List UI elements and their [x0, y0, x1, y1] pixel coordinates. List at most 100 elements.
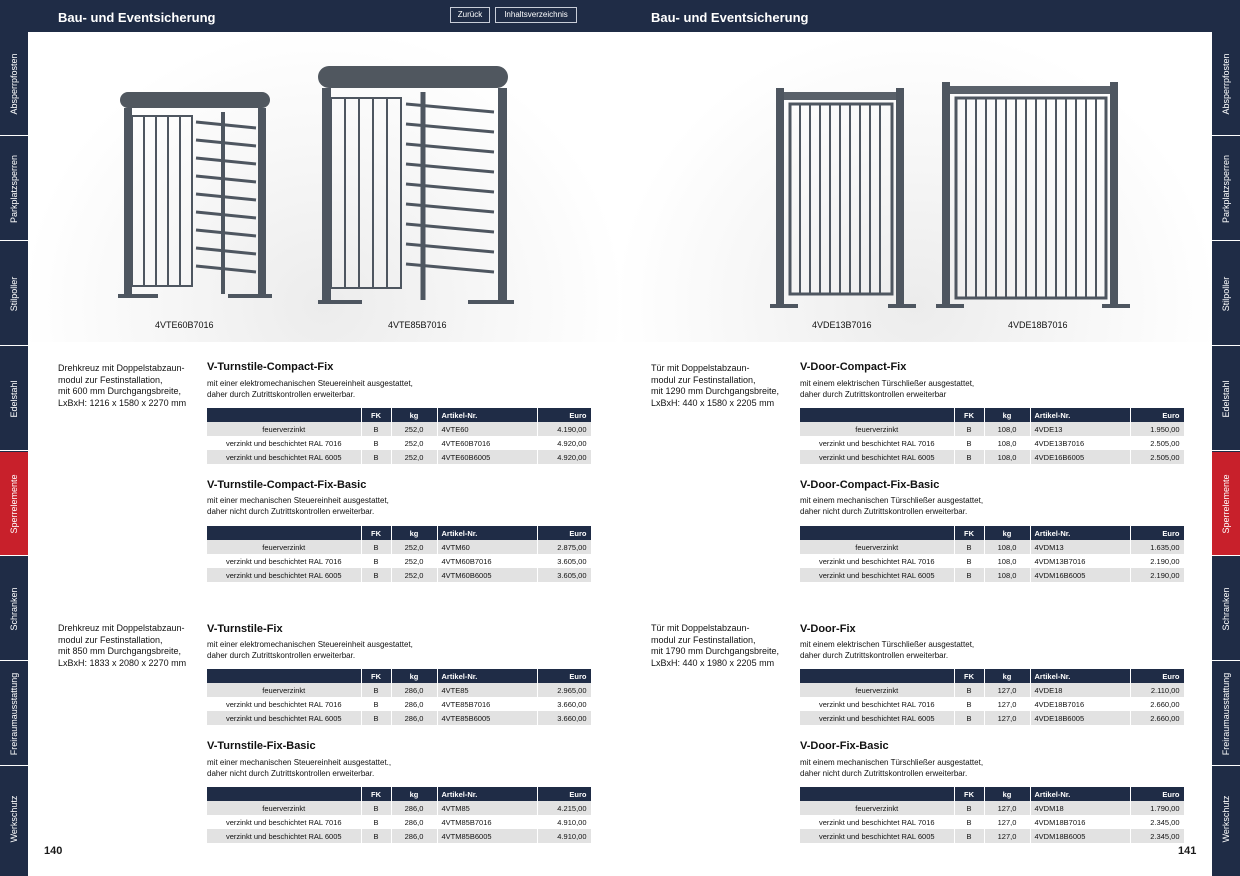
table-cell: 2.190,00	[1130, 568, 1185, 582]
product-description: Drehkreuz mit Doppelstabzaun-modul zur F…	[58, 623, 187, 668]
table-cell: 127,0	[984, 697, 1031, 711]
column-header: FK	[361, 408, 392, 422]
table-cell: feuerverzinkt	[800, 683, 955, 697]
tab-schranken[interactable]: Schranken	[1212, 557, 1240, 661]
tab-absperrpfosten[interactable]: Absperrpfosten	[1212, 32, 1240, 136]
tab-freiraumausstattung[interactable]: Freiraumausstattung	[0, 662, 28, 766]
table-cell: verzinkt und beschichtet RAL 7016	[207, 436, 362, 450]
tab-parkplatzsperren[interactable]: Parkplatzsperren	[1212, 137, 1240, 241]
table-cell: 4VTE85B6005	[437, 711, 538, 725]
table-cell: verzinkt und beschichtet RAL 6005	[800, 450, 955, 464]
table-cell: 252,0	[391, 554, 438, 568]
tab-absperrpfosten[interactable]: Absperrpfosten	[0, 32, 28, 136]
subtitle-line: mit einer mechanischen Steuereinheit aus…	[207, 758, 392, 767]
table-row: verzinkt und beschichtet RAL 7016 B 252,0 4…	[207, 436, 592, 450]
table-cell: B	[361, 554, 392, 568]
table-row: verzinkt und beschichtet RAL 7016 B 286,0 4…	[207, 697, 592, 711]
table-cell: B	[954, 436, 985, 450]
tab-werkschutz[interactable]: Werkschutz	[1212, 767, 1240, 871]
back-button[interactable]: Zurück	[450, 7, 490, 23]
table-cell: 286,0	[391, 697, 438, 711]
table-cell: 4VDM16B6005	[1030, 568, 1131, 582]
table-cell: 286,0	[391, 829, 438, 843]
product-caption: 4VTE60B7016	[155, 320, 214, 330]
table-cell: 252,0	[391, 436, 438, 450]
tab-sperrelemente[interactable]: Sperrelemente	[1212, 452, 1240, 556]
subtitle-line: daher nicht durch Zutrittskontrollen erw…	[207, 506, 375, 516]
page-title-right: Bau- und Eventsicherung	[651, 10, 809, 25]
table-cell: B	[954, 711, 985, 725]
sidebar-right: Absperrpfosten Parkplatzsperren Stilpoll…	[1212, 32, 1240, 876]
table-row: verzinkt und beschichtet RAL 6005 B 286,0 4…	[207, 829, 592, 843]
table-header-row: FK kg Artikel-Nr. Euro	[800, 408, 1185, 422]
column-header: FK	[361, 669, 392, 683]
table-cell: 4VTM85	[437, 801, 538, 815]
table-cell: verzinkt und beschichtet RAL 6005	[800, 711, 955, 725]
door-large-image	[936, 82, 1130, 308]
table-cell: 4VTM85B7016	[437, 815, 538, 829]
table-cell: B	[361, 436, 392, 450]
table-cell: 2.660,00	[1130, 697, 1185, 711]
column-header: Artikel-Nr.	[1030, 526, 1131, 540]
table-cell: 127,0	[984, 815, 1031, 829]
table-cell: B	[361, 683, 392, 697]
table-header-row: FK kg Artikel-Nr. Euro	[800, 669, 1185, 683]
tab-parkplatzsperren[interactable]: Parkplatzsperren	[0, 137, 28, 241]
table-cell: B	[954, 683, 985, 697]
table-cell: 286,0	[391, 683, 438, 697]
table-cell: 4VDM18B7016	[1030, 815, 1131, 829]
table-row: feuerverzinkt B 127,0 4VDM18 1.790,00	[800, 801, 1185, 815]
table-cell: 4VDE18B7016	[1030, 697, 1131, 711]
column-header: FK	[954, 669, 985, 683]
turnstile-large-image	[318, 66, 514, 304]
door-compact-image	[770, 88, 916, 308]
price-table: FK kg Artikel-Nr. Euro feuerverzinkt B 108,0 4V…	[800, 408, 1185, 464]
section-subtitle: mit einer mechanischen Steuereinheit aus…	[207, 758, 587, 779]
table-cell: 127,0	[984, 683, 1031, 697]
tab-edelstahl[interactable]: Edelstahl	[0, 347, 28, 451]
table-cell: 4VDE16B6005	[1030, 450, 1131, 464]
section-title: V-Door-Compact-Fix	[800, 361, 907, 373]
table-row: verzinkt und beschichtet RAL 7016 B 127,0 4…	[800, 815, 1185, 829]
column-header	[207, 787, 362, 801]
tab-edelstahl[interactable]: Edelstahl	[1212, 347, 1240, 451]
table-cell: verzinkt und beschichtet RAL 7016	[800, 436, 955, 450]
subtitle-line: mit einer elektromechanischen Steuereinh…	[207, 640, 413, 649]
subtitle-line: daher durch Zutrittskontrollen erweiterb…	[207, 650, 356, 660]
tab-schranken[interactable]: Schranken	[0, 557, 28, 661]
toc-button[interactable]: Inhaltsverzeichnis	[495, 7, 577, 23]
table-cell: 4VDM13B7016	[1030, 554, 1131, 568]
tab-freiraumausstattung[interactable]: Freiraumausstattung	[1212, 662, 1240, 766]
table-cell: 286,0	[391, 711, 438, 725]
table-row: verzinkt und beschichtet RAL 7016 B 252,0 4…	[207, 554, 592, 568]
table-cell: B	[361, 711, 392, 725]
table-cell: 4VTM60B7016	[437, 554, 538, 568]
tab-sperrelemente[interactable]: Sperrelemente	[0, 452, 28, 556]
column-header: kg	[984, 787, 1031, 801]
table-cell: B	[361, 815, 392, 829]
column-header: Artikel-Nr.	[437, 787, 538, 801]
table-cell: verzinkt und beschichtet RAL 7016	[800, 554, 955, 568]
table-cell: 1.790,00	[1130, 801, 1185, 815]
tab-stilpoller[interactable]: Stilpoller	[0, 242, 28, 346]
table-cell: 108,0	[984, 450, 1031, 464]
product-caption: 4VDE18B7016	[1008, 320, 1068, 330]
column-header: kg	[391, 669, 438, 683]
section-subtitle: mit einer elektromechanischen Steuereinh…	[207, 379, 587, 400]
tab-werkschutz[interactable]: Werkschutz	[0, 767, 28, 871]
table-cell: 108,0	[984, 422, 1031, 436]
section-title: V-Door-Fix-Basic	[800, 740, 889, 752]
table-cell: 4VDE13	[1030, 422, 1131, 436]
table-cell: 4VTM60B6005	[437, 568, 538, 582]
table-cell: B	[361, 422, 392, 436]
table-cell: verzinkt und beschichtet RAL 6005	[800, 829, 955, 843]
section-title: V-Turnstile-Fix	[207, 623, 283, 635]
table-cell: 4.910,00	[537, 829, 592, 843]
table-cell: 108,0	[984, 436, 1031, 450]
table-header-row: FK kg Artikel-Nr. Euro	[800, 526, 1185, 540]
tab-stilpoller[interactable]: Stilpoller	[1212, 242, 1240, 346]
table-row: feuerverzinkt B 108,0 4VDE13 1.950,00	[800, 422, 1185, 436]
table-cell: 2.110,00	[1130, 683, 1185, 697]
section-subtitle: mit einem elektrischen Türschließer ausg…	[800, 640, 1180, 661]
table-cell: B	[954, 554, 985, 568]
